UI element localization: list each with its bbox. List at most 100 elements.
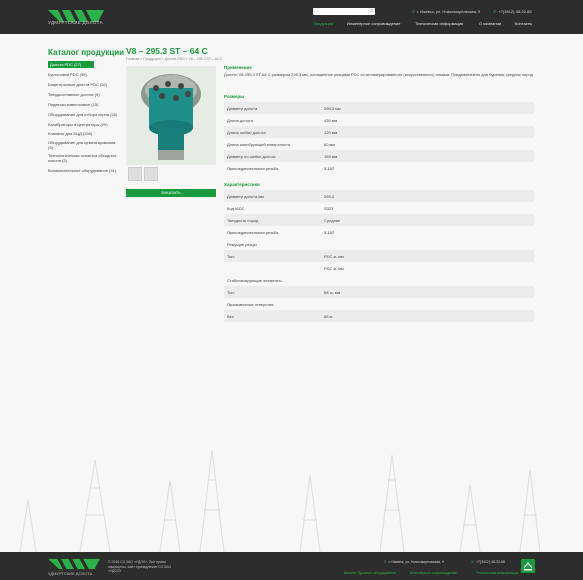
logo-text: УДМУРТСКИЕ ДОЛОТА — [48, 20, 103, 25]
nav-products[interactable]: Продукция — [313, 21, 333, 26]
product-photo[interactable] — [126, 66, 216, 165]
row-label: Код IADC — [227, 206, 245, 211]
footer-address-text: г. Ижевск, ул. Новосмирновская, 9 — [388, 560, 444, 564]
footer-link-tech-info[interactable]: Техническая информация — [476, 571, 518, 575]
location-pin-icon: ⚲ — [412, 9, 415, 14]
row-label: Диаметр долота,мм — [227, 194, 264, 199]
table-row: Твердость пород Средние — [224, 214, 534, 226]
sizes-title: Размеры — [224, 94, 245, 99]
footer-phone[interactable]: ✆ +7(3412) 48-32-88 — [471, 560, 505, 564]
search-input[interactable]: ⌕ — [313, 8, 375, 15]
row-value: ВК ø, мм — [324, 290, 341, 295]
row-label: Присоединительная резьба — [227, 166, 279, 171]
sidebar-item-auxiliary[interactable]: Вспомогательное оборудование (31) — [48, 168, 118, 173]
table-row: PDC ø, мм — [224, 262, 534, 274]
table-row: Диаметр долота,мм 295,3 — [224, 190, 534, 202]
site-footer: УДМУРТСКИЕ ДОЛОТА © 2016 СЗ ЗАО «УДОЛ». … — [0, 552, 583, 580]
phone-icon: ✆ — [493, 9, 497, 14]
catalog-title: Каталог продукции — [48, 48, 125, 57]
header-phone[interactable]: ✆ +7(3412) 48-32-88 — [493, 9, 532, 14]
table-row: Стабилизирующие элементы — [224, 274, 534, 286]
sidebar-item-casing[interactable]: Технологическая оснастка обсадных колонн… — [48, 153, 118, 163]
characteristics-table: Диаметр долота,мм 295,3 Код IADC S323 Твер… — [224, 190, 534, 322]
row-label: Диаметр по шейке долота — [227, 154, 276, 159]
table-row: Присоединительная резьба 3-152 — [224, 226, 534, 238]
sidebar-item-bicentric[interactable]: Бицентричные долота PDC (52) — [48, 82, 118, 87]
row-label: Промывочные отверстия — [227, 302, 274, 307]
table-row: Присоединительная резьба 3-152 — [224, 162, 534, 174]
table-row: Тип: ВК ø, мм — [224, 286, 534, 298]
nav-tech-info[interactable]: Техническая информация — [415, 21, 463, 26]
nav-engineering[interactable]: Инженерное сопровождение — [347, 21, 400, 26]
footer-logo-text: УДМУРТСКИЕ ДОЛОТА — [48, 571, 93, 576]
footer-link-engineering[interactable]: Инженерное сопровождение — [410, 571, 457, 575]
sidebar-item-hangers[interactable]: Подвески известковые (15) — [48, 102, 118, 107]
row-value: 430 мм — [324, 118, 338, 123]
sizes-table: Диаметр долота 295,3 мм Длина долота 430 м… — [224, 102, 534, 174]
row-value: 120 мм — [324, 130, 338, 135]
row-label: Тип: — [227, 290, 235, 295]
row-label: Тип: — [227, 254, 235, 259]
row-value: 295,3 — [324, 194, 335, 199]
nav-about[interactable]: О компании — [479, 21, 501, 26]
search-icon[interactable]: ⌕ — [370, 9, 373, 14]
table-row: Тип: PDC ø, мм — [224, 250, 534, 262]
product-thumbnail-2[interactable] — [144, 167, 158, 181]
footer-logo[interactable] — [48, 558, 100, 571]
table-row: Длина долота 430 мм — [224, 114, 534, 126]
location-pin-icon: ⚲ — [384, 560, 387, 564]
row-value: PDC ø, мм — [324, 266, 344, 271]
row-value: 60 мм — [324, 142, 336, 147]
order-button[interactable]: ЗАКАЗАТЬ — [126, 189, 216, 197]
sidebar-item-carbide[interactable]: Твердосплавные долота (5) — [48, 92, 118, 97]
row-label: Диаметр долота — [227, 106, 258, 111]
footer-link-catalog[interactable]: Каталог бурового оборудования — [344, 571, 396, 575]
pdc-bit-image — [126, 66, 216, 165]
site-header: УДМУРТСКИЕ ДОЛОТА ⌕ ⚲ г. Ижевск, ул. Ново… — [0, 0, 583, 34]
phone-icon: ✆ — [471, 560, 474, 564]
footer-partner-badge[interactable] — [521, 559, 535, 573]
row-value: 3-152 — [324, 230, 335, 235]
sidebar-item-core-heads[interactable]: Бурголовки PDC (59) — [48, 72, 118, 77]
nav-contacts[interactable]: Контакты — [515, 21, 532, 26]
product-thumbnail-1[interactable] — [128, 167, 142, 181]
product-title: V8 – 295.3 ST – 64 C — [126, 46, 208, 56]
table-row: Код IADC S323 — [224, 202, 534, 214]
breadcrumb[interactable]: Главная » Продукция » Долота PDC » V8 – … — [126, 57, 222, 61]
table-row: Промывочные отверстия — [224, 298, 534, 310]
row-label: Длина долота — [227, 118, 253, 123]
table-row: Диаметр по шейке долота 155 мм — [224, 150, 534, 162]
header-address: ⚲ г. Ижевск, ул. Новосмирновская, 9 — [412, 9, 480, 14]
footer-copyright: © 2016 СЗ ЗАО «УДОЛ». Все права защищены… — [108, 560, 172, 573]
application-text: Долото V8-295,3 ST-64 C размером 295,3 м… — [224, 72, 535, 77]
sidebar-item-calibrators[interactable]: Калибраторы и центраторы (20) — [48, 122, 118, 127]
table-row: Длина калибрующей поверхности 60 мм — [224, 138, 534, 150]
characteristics-title: Характеристики — [224, 182, 260, 187]
oil-rigs-background — [19, 449, 541, 552]
table-row: Длина шейки долота 120 мм — [224, 126, 534, 138]
row-value: 85 кг — [324, 314, 333, 319]
row-value: PDC ø, мм — [324, 254, 344, 259]
row-label: Стабилизирующие элементы — [227, 278, 282, 283]
row-value: Средние — [324, 218, 341, 223]
footer-phone-text: +7(3412) 48-32-88 — [475, 560, 506, 564]
badge-icon — [523, 562, 533, 571]
sidebar-item-valves[interactable]: Клапаны для БЦД (156) — [48, 131, 118, 136]
footer-address: ⚲ г. Ижевск, ул. Новосмирновская, 9 — [384, 560, 444, 564]
row-label: Длина шейки долота — [227, 130, 266, 135]
row-value: 155 мм — [324, 154, 338, 159]
application-title: Применение — [224, 65, 252, 70]
sidebar-item-pdc-bits[interactable]: Долота PDC (27) — [48, 61, 94, 68]
row-label: Режущие резцы — [227, 242, 257, 247]
row-label: Вес — [227, 314, 234, 319]
header-address-text: г. Ижевск, ул. Новосмирновская, 9 — [416, 9, 481, 14]
table-row: Вес 85 кг — [224, 310, 534, 322]
table-row: Диаметр долота 295,3 мм — [224, 102, 534, 114]
row-label: Твердость пород — [227, 218, 259, 223]
table-row: Режущие резцы — [224, 238, 534, 250]
row-value: 3-152 — [324, 166, 335, 171]
sidebar-item-coring[interactable]: Оборудование для отбора керна (25) — [48, 112, 118, 117]
sidebar-item-cementing[interactable]: Оборудование для цементирования: (3) — [48, 140, 118, 150]
row-value: S323 — [324, 206, 334, 211]
row-label: Длина калибрующей поверхности — [227, 142, 291, 147]
